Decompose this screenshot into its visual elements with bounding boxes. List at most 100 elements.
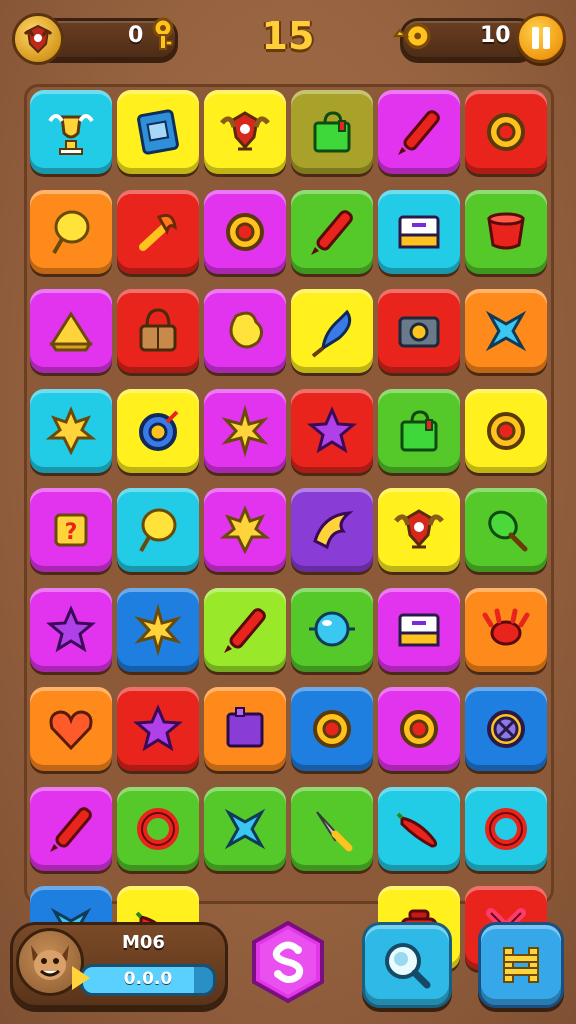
card-icon — [398, 215, 440, 248]
star-icon — [307, 405, 357, 453]
board-tile[interactable] — [117, 388, 199, 473]
board-tile[interactable] — [291, 587, 373, 672]
pause-button[interactable] — [516, 13, 566, 63]
game-board: ? — [24, 84, 554, 970]
leaf-icon — [219, 505, 271, 555]
balloon-icon — [139, 508, 177, 552]
board-tile[interactable] — [30, 786, 112, 871]
moves-value: 10 — [480, 23, 511, 48]
board-tile[interactable] — [204, 687, 286, 771]
board-tile[interactable] — [30, 587, 112, 672]
board-tile[interactable] — [117, 488, 199, 572]
board-tile[interactable] — [30, 189, 112, 274]
chili-icon — [396, 812, 438, 848]
bean-icon — [229, 311, 263, 349]
progress-text: 0.0.0 — [123, 969, 173, 989]
board-tile[interactable] — [30, 388, 112, 473]
board-tile[interactable] — [378, 687, 460, 771]
crest-icon — [394, 509, 444, 549]
hint-button[interactable] — [362, 922, 452, 1008]
trophy-icon — [48, 114, 94, 155]
arrow-icon — [72, 966, 90, 990]
star-icon — [133, 704, 183, 752]
board-tile[interactable] — [30, 90, 112, 174]
marker-icon — [311, 209, 353, 255]
heart-icon — [49, 710, 93, 751]
donut-icon — [485, 807, 527, 850]
board-tile[interactable] — [378, 388, 460, 473]
board-tile[interactable] — [465, 189, 547, 274]
feather-icon — [311, 309, 352, 358]
board-tile[interactable] — [204, 587, 286, 672]
sun-icon — [134, 603, 182, 656]
board-tile[interactable] — [291, 90, 373, 174]
svg-text:?: ? — [65, 520, 78, 545]
question-icon: ? — [54, 513, 88, 547]
h-grid-icon — [503, 947, 539, 983]
progress-bar: 0.0.0 — [80, 964, 216, 996]
board-tile[interactable] — [117, 90, 199, 174]
board-tile[interactable] — [30, 289, 112, 373]
board-tile[interactable] — [117, 786, 199, 871]
board-tile[interactable] — [291, 388, 373, 473]
player-name: M06 — [122, 932, 165, 953]
board-tile[interactable] — [378, 90, 460, 174]
board-tile[interactable] — [378, 289, 460, 373]
magnifier-icon — [385, 943, 431, 989]
board-tile[interactable] — [204, 488, 286, 572]
board-tile[interactable] — [117, 189, 199, 274]
board-tile[interactable] — [465, 488, 547, 572]
board-tile[interactable] — [465, 687, 547, 771]
board-tile[interactable] — [204, 189, 286, 274]
board-tile[interactable] — [204, 90, 286, 174]
board-tile[interactable] — [117, 687, 199, 771]
board-tile[interactable] — [291, 289, 373, 373]
ring-icon — [313, 710, 351, 748]
book-icon — [137, 109, 179, 155]
sun-icon — [221, 404, 269, 457]
pyramid-icon — [49, 311, 93, 352]
board-tile[interactable] — [465, 388, 547, 473]
board-tile[interactable] — [204, 289, 286, 373]
board-tile[interactable] — [117, 587, 199, 672]
board-tile[interactable] — [291, 189, 373, 274]
board-tile[interactable] — [291, 687, 373, 771]
camera-icon — [398, 316, 440, 348]
bag-icon — [313, 111, 351, 153]
orb-icon — [309, 611, 355, 646]
board-tile[interactable] — [291, 488, 373, 572]
card-icon — [398, 613, 440, 646]
dagger-icon — [316, 810, 353, 851]
crest-icon — [220, 111, 270, 151]
board-tile[interactable]: ? — [30, 488, 112, 572]
marker-icon — [224, 607, 266, 653]
basket-icon — [139, 308, 177, 352]
board-tile[interactable] — [378, 587, 460, 672]
spoon-icon — [488, 510, 528, 552]
cross-ring-icon — [487, 710, 525, 748]
board-tile[interactable] — [465, 587, 547, 672]
board-tile[interactable] — [117, 289, 199, 373]
marker-icon — [398, 110, 440, 155]
board-tile[interactable] — [204, 786, 286, 871]
shuffle-button[interactable] — [250, 920, 326, 1004]
key-icon — [392, 22, 431, 50]
board-tile[interactable] — [30, 687, 112, 771]
board-tile[interactable] — [291, 786, 373, 871]
board-tile[interactable] — [378, 189, 460, 274]
board-tile[interactable] — [465, 289, 547, 373]
shuffle-icon — [252, 920, 324, 1004]
board-tile[interactable] — [378, 786, 460, 871]
star4-icon — [485, 310, 527, 352]
board-tile[interactable] — [204, 388, 286, 473]
leaf-icon — [45, 405, 97, 455]
star4-icon — [224, 808, 266, 849]
board-tile[interactable] — [378, 488, 460, 572]
board-tile[interactable] — [465, 786, 547, 871]
compass-icon — [139, 410, 179, 451]
board-tile[interactable] — [465, 90, 547, 174]
torch-icon — [139, 213, 177, 251]
crab-icon — [482, 608, 530, 645]
balloon-icon — [52, 210, 90, 254]
grid-button[interactable] — [478, 922, 564, 1008]
